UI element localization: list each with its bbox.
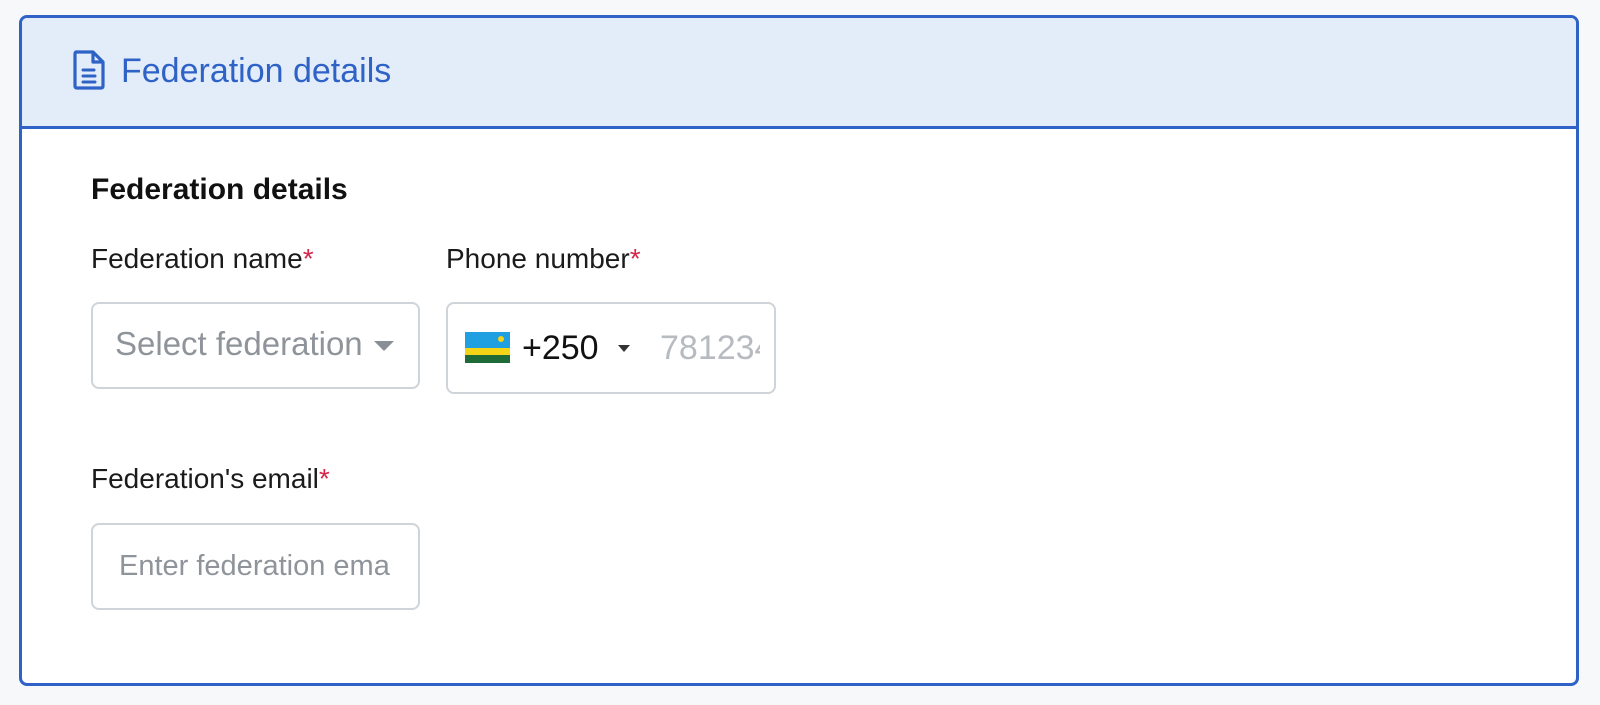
required-asterisk: *: [318, 463, 330, 494]
phone-number-input[interactable]: 781234567: [660, 328, 760, 368]
document-icon: [73, 50, 105, 90]
chevron-down-icon: [374, 341, 394, 351]
required-asterisk: *: [302, 243, 314, 274]
federation-email-input[interactable]: Enter federation email: [91, 523, 420, 610]
card-header-title: Federation details: [121, 52, 392, 90]
federation-email-label: Federation's email*: [91, 462, 330, 496]
federation-name-placeholder: Select federation: [115, 325, 363, 362]
country-dial-code[interactable]: +250: [522, 328, 599, 368]
phone-number-label-text: Phone number: [446, 243, 630, 274]
phone-number-label: Phone number*: [446, 242, 641, 276]
federation-name-select[interactable]: Select federation: [91, 302, 420, 389]
federation-name-label-text: Federation name: [91, 243, 303, 274]
federation-email-label-text: Federation's email: [91, 463, 319, 494]
federation-email-placeholder: Enter federation email: [119, 550, 391, 582]
federation-details-card: Federation details Federation details Fe…: [19, 15, 1579, 686]
required-asterisk: *: [629, 243, 641, 274]
card-header[interactable]: Federation details: [22, 18, 1576, 129]
rwanda-flag-icon: [465, 332, 510, 363]
section-title: Federation details: [91, 173, 348, 206]
federation-name-label: Federation name*: [91, 242, 314, 276]
country-chevron-down-icon[interactable]: [618, 345, 630, 352]
phone-number-field[interactable]: +250 781234567: [446, 302, 776, 394]
